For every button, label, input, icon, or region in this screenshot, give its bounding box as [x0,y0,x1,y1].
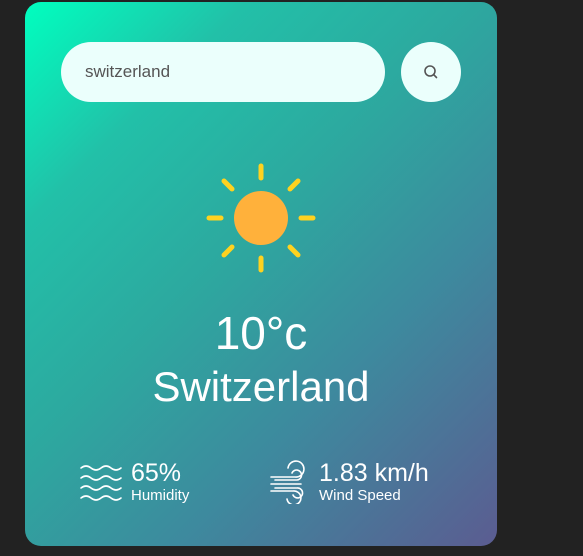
sun-icon [206,163,316,273]
wind-detail: 1.83 km/h Wind Speed [267,457,429,507]
wind-value: 1.83 km/h [319,459,429,487]
humidity-label: Humidity [131,487,190,504]
wind-label: Wind Speed [319,487,401,504]
humidity-value: 65% [131,459,182,487]
city-name: Switzerland [152,363,370,410]
search-button[interactable] [401,42,461,102]
wind-icon [270,460,305,504]
weather-card: 10°c Switzerland 65% Humidity [25,2,497,546]
search-icon [424,65,438,79]
temperature: 10°c [214,307,308,359]
humidity-detail: 65% Humidity [79,457,189,507]
humidity-icon [80,465,122,501]
search-input[interactable] [61,42,385,102]
